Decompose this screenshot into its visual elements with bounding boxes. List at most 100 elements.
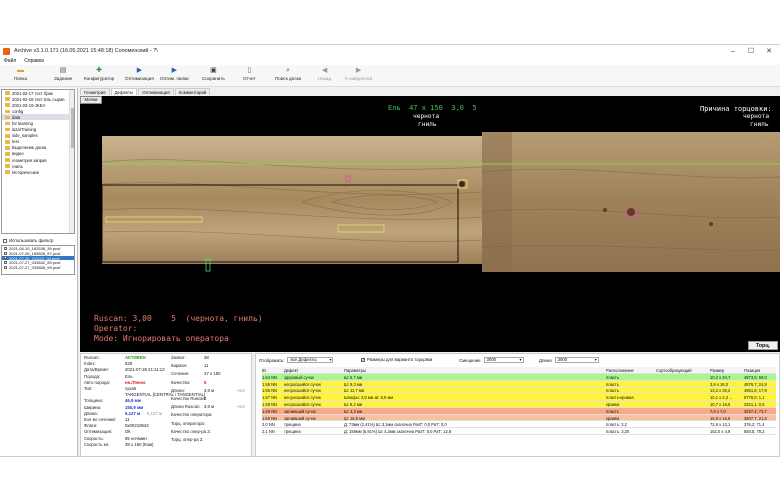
left-panel: 2021-02-17 тест брак 2021-02-18 тест Ель … (0, 88, 78, 456)
header-species: Ель (388, 104, 401, 112)
folder-tree[interactable]: 2021-02-17 тест брак 2021-02-18 тест Ель … (1, 89, 75, 234)
column-header[interactable]: Параметры (344, 368, 366, 373)
info-key: Качество: (171, 379, 191, 385)
back-icon: ◀ (321, 67, 328, 74)
length-select[interactable]: 3000 (554, 357, 599, 363)
tree-item[interactable]: Исторические (2, 169, 74, 175)
tab-comment[interactable]: Комментарий (174, 88, 211, 95)
info-value: 3,0 м (204, 387, 215, 393)
tree-item-label: Исторические (12, 169, 40, 175)
back-button[interactable]: ◀ Назад (318, 67, 331, 85)
board-viewer: Мелки Ель 47 х 150 3,0 5 чернота гниль П… (80, 96, 780, 352)
board-image[interactable] (102, 132, 780, 272)
save-button[interactable]: ▣ Сохранить (202, 67, 225, 85)
tree-scroll-thumb[interactable] (71, 108, 74, 148)
task-button[interactable]: ▤ Задание (54, 67, 72, 85)
configurator-button[interactable]: ✚ Конфигуратор (84, 67, 114, 85)
optimize-button[interactable]: ▶ Оптимизация (125, 67, 154, 85)
file-checkbox[interactable] (4, 251, 7, 255)
header-defect2: гниль (418, 121, 437, 128)
info-key: Оптимизация: (84, 429, 113, 435)
info-value: 0x00210643 (125, 423, 149, 429)
app-window: Archive v3.1.0.171 (16.05.2021 15:48:18)… (0, 44, 780, 457)
table-cell: 152,0 x 4,9 (710, 429, 731, 435)
file-checkbox[interactable] (4, 261, 7, 265)
tree-item[interactable]: 2021-02-18 тест Ель сырая (2, 96, 74, 102)
defects-table[interactable]: ID Дефект Параметры Расположение Сортообразу… (262, 367, 776, 435)
optimize-folder-button[interactable]: ▶ Оптим. папки (160, 67, 189, 85)
info-key: Index: (84, 361, 96, 367)
table-cell: 1.57 NN (262, 395, 278, 401)
folder-icon (5, 158, 10, 162)
table-row[interactable]: 1.57 NN несросшийся сучок Шлифы: 3,9 мм Ш:… (262, 394, 776, 401)
optimize-icon: ▶ (136, 67, 143, 74)
close-button[interactable]: ✕ (761, 45, 777, 57)
filter-checkbox-box[interactable] (3, 238, 7, 243)
column-header[interactable]: Дефект (284, 368, 298, 373)
column-header[interactable]: Размер (710, 368, 724, 373)
header-defect1: чернота (413, 113, 440, 120)
menu-file[interactable]: Файл (4, 58, 16, 64)
menu-help[interactable]: Справка (24, 58, 44, 64)
knot-2 (627, 208, 635, 216)
filter-checkbox[interactable]: Использовать фильтр (3, 238, 54, 243)
table-cell: 3297,4; 73,7 (744, 408, 767, 414)
tortz-button[interactable]: Торц. (748, 341, 778, 350)
display-select[interactable]: все Дефекты (287, 357, 334, 363)
info-row: Качество оператора: (171, 412, 212, 417)
info-key: Скорость кн: (84, 441, 110, 447)
tree-scrollbar[interactable] (69, 90, 74, 233)
sizes-checkbox-box[interactable]: ✓ (361, 357, 365, 362)
table-row[interactable]: 1.55 NN несросшийся сучок Ш: 9,3 мм пласть 3… (262, 380, 776, 388)
file-checkbox[interactable] (4, 256, 7, 260)
tree-item-label: Выделение доски (12, 145, 47, 151)
search-board-button[interactable]: ⌕ Поиск доски (275, 67, 301, 85)
minimize-button[interactable]: – (725, 45, 741, 57)
length-extra: 6,127 м (147, 410, 162, 416)
column-header[interactable]: ID (262, 368, 266, 373)
column-header[interactable]: Расположение (606, 368, 634, 373)
folder-icon (5, 152, 10, 156)
tab-defects[interactable]: Дефекты (110, 88, 138, 95)
folder-icon (5, 127, 10, 132)
shift-select[interactable]: 3000 (483, 357, 524, 363)
table-cell: 10,2 x 34,7 (710, 374, 731, 380)
board-mode-button[interactable]: Мелки (80, 96, 102, 104)
info-value: АКТИВЕН (125, 355, 146, 360)
display-label: Отображать: (259, 357, 285, 363)
column-header[interactable]: Сортообразующий (656, 368, 692, 373)
file-name: 2021-07-27_033858_99.pcof (9, 265, 61, 271)
info-row: Карман: 11 (171, 363, 208, 368)
info-value: 11 (204, 363, 209, 369)
file-list[interactable]: 2021-06-10_162538_39.pcof 2021-07-26_1858… (1, 245, 75, 275)
folder-icon (5, 115, 10, 120)
file-checkbox[interactable] (4, 266, 7, 270)
folder-icon (5, 103, 10, 108)
file-checkbox[interactable] (4, 246, 7, 250)
tree-item-label: config (12, 108, 24, 114)
tab-geometry[interactable]: Геометрия (80, 88, 110, 95)
table-row[interactable]: 1.60 NN загнивший сучок Ш: 16,5 мм кромка 16… (262, 414, 776, 422)
table-cell: Ш: 11,7 мм (344, 388, 365, 394)
file-item[interactable]: 2021-07-27_033858_99.pcof (2, 265, 74, 270)
info-row: Кол-во сечений: 11 (84, 417, 129, 422)
table-row[interactable]: 2.1 NN трещина Д: 159мм (5,91%) Ш: 4,2мм с… (262, 428, 776, 435)
info-value: Ok (125, 429, 131, 435)
table-cell: Ш: 4,3 мм (344, 408, 363, 414)
info-row: Ruscan: АКТИВЕН (84, 355, 146, 360)
to-found-button[interactable]: ▶ К найденной (345, 67, 372, 85)
report-button[interactable]: ▯ Отчет (243, 67, 256, 85)
table-row[interactable]: 1.54 NN здоровый сучок Ш: 6,7 мм пласть 10,2… (262, 373, 776, 381)
table-cell: 7,9 x 7,0 (710, 408, 726, 414)
table-row[interactable]: 2.0 NN трещина Д: 73мм (2,41%) Ш: 3,1мм ск… (262, 421, 776, 429)
table-row[interactable]: 1.56 NN несросшийся сучок Ш: 11,7 мм пласть… (262, 387, 776, 395)
column-header[interactable]: Позиция (744, 368, 760, 373)
table-row[interactable]: 1.59 NN загнивший сучок Ш: 4,3 мм пласть 7,9… (262, 407, 776, 415)
table-row[interactable]: 1.58 NN несросшийся сучок Ш: 8,2 мм кромка 1… (262, 400, 776, 408)
folder-button[interactable]: ▬ Папка (14, 67, 27, 85)
sizes-checkbox[interactable]: ✓ Размеры для варианта торцовки (361, 357, 432, 362)
info-row: Скорость: 95 ноч/мин (84, 436, 147, 441)
maximize-button[interactable]: ☐ (743, 45, 759, 57)
table-cell: 593,5; 78,2 (744, 429, 765, 435)
tab-optimization[interactable]: Оптимизация (138, 88, 174, 95)
